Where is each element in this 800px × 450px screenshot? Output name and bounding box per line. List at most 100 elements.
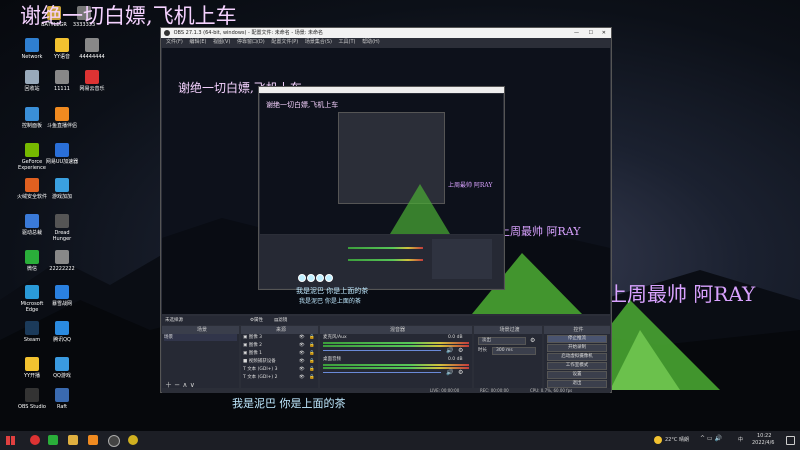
tray-icons[interactable]: ^ ▭ 🔊 — [700, 435, 722, 442]
remove-scene-icon[interactable]: − — [174, 381, 180, 389]
desktop-icon-label: GeForce Experience — [18, 159, 46, 171]
duration-input[interactable]: 300 ms — [492, 347, 536, 355]
desktop-icon[interactable]: 微信 — [15, 250, 49, 272]
exit-button[interactable]: 退出 — [547, 380, 607, 388]
desktop-icon[interactable]: 回收站 — [15, 70, 49, 92]
eye-icon[interactable]: 👁 — [299, 350, 305, 357]
studio-mode-button[interactable]: 工作室模式 — [547, 362, 607, 370]
huorong-icon — [25, 178, 39, 192]
properties-button[interactable]: ⚙属性 — [250, 316, 263, 325]
weather-text[interactable]: 22°C 晴朗 — [665, 436, 689, 443]
wechat-taskbar-icon[interactable] — [48, 435, 58, 445]
eye-icon[interactable]: 👁 — [299, 342, 305, 349]
folder-taskbar-icon[interactable] — [68, 435, 78, 445]
lock-icon[interactable]: 🔒 — [309, 366, 315, 373]
desktop-icon[interactable]: 网易UU加速器 — [45, 143, 79, 165]
volume-slider[interactable] — [323, 372, 441, 373]
lock-icon[interactable]: 🔒 — [309, 358, 315, 365]
desktop-icon[interactable]: 网易云音乐 — [75, 70, 109, 92]
volume-slider[interactable] — [323, 350, 441, 351]
clock-date[interactable]: 2022/4/6 — [752, 440, 774, 446]
desktop-icon[interactable]: Raft — [45, 388, 79, 410]
desktop-icon[interactable]: 22222222 — [45, 250, 79, 272]
desktop-icon[interactable]: 火绒安全软件 — [15, 178, 49, 200]
windows-start-icon[interactable] — [6, 436, 15, 445]
minimize-button[interactable]: — — [574, 28, 579, 38]
transition-select[interactable]: 淡出 — [478, 337, 526, 345]
obs-preview[interactable]: 谢绝一切白嫖,飞机上车 上周最帅 阿RAY 谢绝一切白嫖,飞机上车 上周最帅 阿… — [162, 48, 610, 314]
menu-edit[interactable]: 编辑(E) — [189, 39, 206, 45]
desktop-icon[interactable]: Steam — [15, 321, 49, 343]
add-scene-icon[interactable]: ＋ — [165, 381, 172, 389]
desktop-icon[interactable]: 斗鱼直播伴侣 — [45, 107, 79, 129]
notification-icon[interactable] — [786, 436, 795, 445]
douyu-taskbar-icon[interactable] — [88, 435, 98, 445]
desktop-icon[interactable]: 控制面板 — [15, 107, 49, 129]
desktop-icon[interactable]: Dread Hunger — [45, 214, 79, 242]
speaker-icon[interactable]: 🔊 — [446, 347, 453, 354]
menu-view[interactable]: 视图(V) — [213, 39, 230, 45]
desktop-icon[interactable]: 11111 — [45, 70, 79, 92]
settings-button[interactable]: 设置 — [547, 371, 607, 379]
desktop-icon[interactable]: OBS Studio — [15, 388, 49, 410]
desktop-icon-label: 回收站 — [24, 86, 40, 92]
clock-time[interactable]: 10:22 — [757, 433, 771, 439]
gear-icon[interactable]: ⚙ — [458, 369, 463, 376]
eye-icon[interactable]: 👁 — [299, 334, 305, 341]
menu-tools[interactable]: 工具(T) — [339, 39, 356, 45]
qq-game-icon — [55, 357, 69, 371]
move-down-icon[interactable]: ∨ — [190, 381, 195, 389]
source-item[interactable]: ▣ 图像 2 👁 🔒 — [243, 342, 316, 349]
menu-docks[interactable]: 停靠窗口(D) — [237, 39, 265, 45]
menu-file[interactable]: 文件(F) — [166, 39, 183, 45]
desktop-icon[interactable]: Network — [15, 38, 49, 60]
controls-header: 控件 — [544, 326, 610, 334]
ime-indicator[interactable]: 中 — [738, 436, 743, 443]
maximize-button[interactable]: ☐ — [589, 28, 593, 38]
source-item[interactable]: ▣ 图像 3 👁 🔒 — [243, 334, 316, 341]
audio-meter — [323, 364, 469, 366]
app-taskbar-icon[interactable] — [128, 435, 138, 445]
source-item[interactable]: ▣ 图像 1 👁 🔒 — [243, 350, 316, 357]
lock-icon[interactable]: 🔒 — [309, 374, 315, 381]
start-recording-button[interactable]: 开始录制 — [547, 344, 607, 352]
filters-button[interactable]: ▤滤镜 — [274, 316, 287, 325]
move-up-icon[interactable]: ∧ — [182, 381, 187, 389]
obs-taskbar-icon[interactable] — [108, 435, 120, 447]
close-button[interactable]: ✕ — [602, 28, 606, 38]
eye-icon[interactable]: 👁 — [299, 374, 305, 381]
menu-help[interactable]: 帮助(H) — [362, 39, 380, 45]
gear-icon[interactable]: ⚙ — [458, 347, 463, 354]
desktop-icon[interactable]: YY语音 — [45, 38, 79, 60]
desktop-icon[interactable]: YY开播 — [15, 357, 49, 379]
menu-scene-collection[interactable]: 场景集合(S) — [305, 39, 332, 45]
lock-icon[interactable]: 🔒 — [309, 342, 315, 349]
desktop-icon[interactable]: 暴雪战网 — [45, 285, 79, 307]
desktop-icon-label: Dread Hunger — [52, 230, 72, 242]
desktop-icon[interactable]: Microsoft Edge — [15, 285, 49, 313]
menu-profile[interactable]: 配置文件(P) — [271, 39, 298, 45]
source-item[interactable]: ■ 视频捕获设备 👁 🔒 — [243, 358, 316, 365]
cpu-status: CPU: 0.7%, 60.00 fps — [530, 388, 573, 393]
source-item[interactable]: T 文本 (GDI+) 2 👁 🔒 — [243, 374, 316, 381]
mixer-header: 混音器 — [320, 326, 472, 334]
desktop-icon[interactable]: 驱动总裁 — [15, 214, 49, 236]
gear-icon[interactable]: ⚙ — [530, 337, 535, 344]
lock-icon[interactable]: 🔒 — [309, 334, 315, 341]
desktop-icon[interactable]: 44444444 — [75, 38, 109, 60]
desktop-icon[interactable]: QQ游戏 — [45, 357, 79, 379]
lock-icon[interactable]: 🔒 — [309, 350, 315, 357]
speaker-icon[interactable]: 🔊 — [446, 369, 453, 376]
start-virtual-camera-button[interactable]: 启动虚拟摄像机 — [547, 353, 607, 361]
desktop-icon[interactable]: 腾讯QQ — [45, 321, 79, 343]
eye-icon[interactable]: 👁 — [299, 358, 305, 365]
desktop-icon[interactable]: GeForce Experience — [15, 143, 49, 171]
stop-streaming-button[interactable]: 停止推流 — [547, 335, 607, 343]
scene-item[interactable]: 场景 — [164, 334, 237, 341]
desktop-icon[interactable]: 游戏加加 — [45, 178, 79, 200]
mixer-panel: 麦克风/Aux 0.0 dB 🔊 ⚙ 桌面音频 0.0 dB 🔊 ⚙ — [320, 334, 472, 388]
source-item[interactable]: T 文本 (GDI+) 3 👁 🔒 — [243, 366, 316, 373]
netease-taskbar-icon[interactable] — [30, 435, 40, 445]
eye-icon[interactable]: 👁 — [299, 366, 305, 373]
uu-icon — [55, 143, 69, 157]
